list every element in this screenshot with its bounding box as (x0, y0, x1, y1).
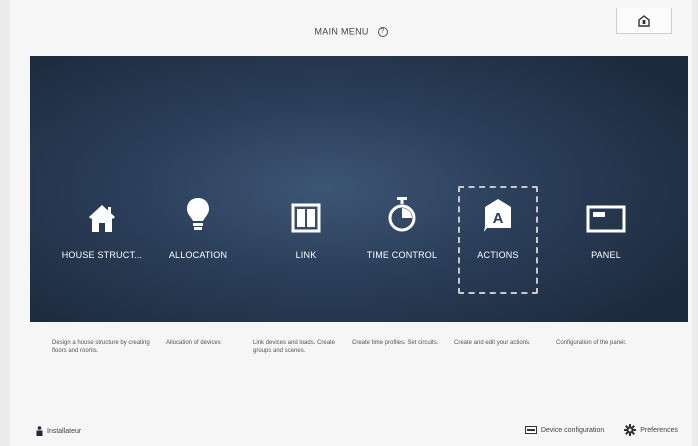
device-configuration-label: Device configuration (540, 426, 605, 434)
stopwatch-icon (388, 197, 416, 232)
svg-text:A: A (493, 210, 504, 227)
tile-link[interactable]: LINK (260, 196, 352, 276)
gear-icon (624, 424, 637, 436)
current-user[interactable]: Installateur (36, 426, 81, 436)
actions-a-icon: A (484, 199, 511, 232)
description-panel: Configuration of the panel. (556, 340, 627, 346)
footer-actions: Device configuration Preferences (505, 424, 678, 436)
link-switch-icon (291, 203, 321, 233)
description-actions: Create and edit your actions. (454, 340, 531, 346)
home-button[interactable] (616, 8, 672, 34)
tile-label: HOUSE STRUCT... (61, 250, 143, 260)
page-title-label: MAIN MENU (314, 26, 369, 37)
tile-allocation[interactable]: ALLOCATION (152, 196, 244, 276)
tile-actions[interactable]: A ACTIONS (458, 186, 538, 294)
tile-time-control[interactable]: TIME CONTROL (356, 196, 448, 276)
main-menu-page: MAIN MENU ? HOUSE STRUCT... ALLOCATION L… (10, 0, 692, 446)
help-icon[interactable]: ? (377, 26, 388, 37)
tile-label: ALLOCATION (168, 250, 228, 260)
description-time-control: Create time profiles. Set circuits. (352, 340, 439, 346)
description-allocation: Allocation of devices (166, 340, 221, 346)
tile-label: LINK (295, 250, 317, 260)
page-title: MAIN MENU ? (10, 26, 692, 37)
description-house-structure: Design a house structure by creating flo… (52, 340, 150, 354)
tile-label: ACTIONS (477, 250, 519, 260)
tile-label: PANEL (591, 250, 621, 260)
preferences-label: Preferences (640, 426, 678, 434)
tile-house-structure[interactable]: HOUSE STRUCT... (56, 196, 148, 276)
preferences-link[interactable]: Preferences (624, 424, 678, 436)
device-configuration-link[interactable]: Device configuration (524, 426, 605, 434)
panel-icon (586, 205, 626, 233)
lightbulb-icon (187, 198, 209, 230)
tile-panel[interactable]: PANEL (560, 196, 652, 276)
description-link: Link devices and loads. Create groups an… (253, 340, 336, 354)
house-icon (89, 205, 115, 232)
menu-panel: HOUSE STRUCT... ALLOCATION LINK TIME CON… (30, 56, 688, 322)
user-name: Installateur (47, 427, 82, 435)
user-icon (36, 426, 43, 436)
tile-label: TIME CONTROL (366, 250, 438, 260)
device-configuration-icon (524, 426, 537, 434)
home-icon (638, 14, 650, 27)
